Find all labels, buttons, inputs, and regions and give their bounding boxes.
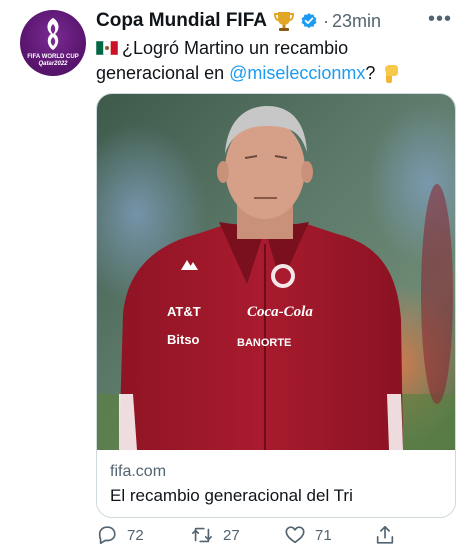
share-button[interactable] <box>374 524 405 546</box>
jacket-text-bitso: Bitso <box>167 332 200 347</box>
trophy-icon <box>273 12 295 31</box>
time-separator: · <box>323 10 329 31</box>
tweet-text: ¿Logró Martino un recambio generacional … <box>96 36 456 86</box>
reply-count: 72 <box>127 526 144 544</box>
verified-badge-icon <box>301 13 317 29</box>
avatar-line-1: FIFA WORLD CUP <box>27 54 79 60</box>
link-card[interactable]: AT&T Coca-Cola Bitso BANORTE fifa.com El… <box>96 93 456 518</box>
mexico-flag-icon <box>96 41 118 55</box>
tweet-text-part-2: ? <box>365 63 376 83</box>
card-domain: fifa.com <box>110 463 167 480</box>
jacket-text-banorte: BANORTE <box>237 337 291 349</box>
pointing-down-emoji-icon <box>385 65 399 83</box>
tweet-timestamp[interactable]: 23min <box>332 11 381 32</box>
more-horizontal-icon[interactable]: ••• <box>428 8 452 31</box>
retweet-button[interactable]: 27 <box>190 524 240 546</box>
account-avatar[interactable]: FIFA WORLD CUP Qatar2022 <box>20 10 86 76</box>
account-name[interactable]: Copa Mundial FIFA <box>96 10 267 32</box>
jacket-text-att: AT&T <box>167 304 201 319</box>
avatar-line-2: Qatar2022 <box>38 61 68 67</box>
reply-button[interactable]: 72 <box>96 524 144 546</box>
heart-icon <box>285 526 305 544</box>
mention-link[interactable]: @misel​eccionmx <box>229 63 365 83</box>
tweet-actions: 72 27 71 <box>96 524 416 550</box>
like-button[interactable]: 71 <box>284 524 332 546</box>
jacket-text-coca-cola: Coca-Cola <box>247 304 313 320</box>
card-title: El recambio generacional del Tri <box>110 486 353 505</box>
share-icon <box>376 525 394 544</box>
card-image: AT&T Coca-Cola Bitso BANORTE <box>97 94 455 450</box>
retweet-count: 27 <box>223 526 240 544</box>
like-count: 71 <box>315 526 332 544</box>
tweet-header: Copa Mundial FIFA · 23min <box>96 8 381 34</box>
reply-icon <box>98 526 116 545</box>
retweet-icon <box>192 527 212 543</box>
